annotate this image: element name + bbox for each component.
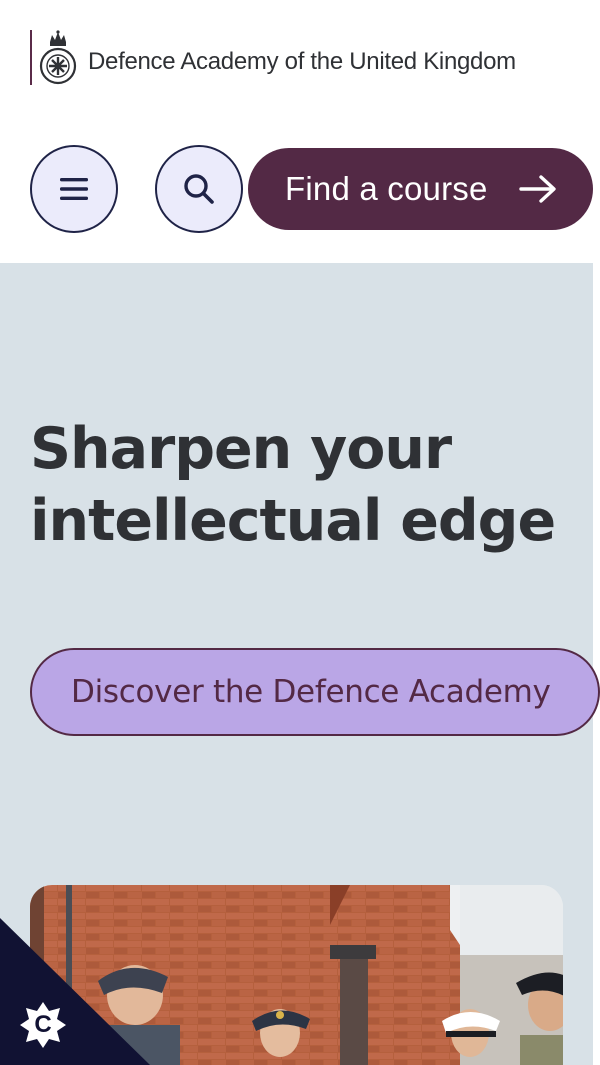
hamburger-menu-icon	[60, 178, 88, 200]
cookie-settings-button[interactable]: C	[0, 918, 150, 1065]
hero-title-line-2: intellectual edge	[30, 488, 556, 554]
search-button[interactable]	[155, 145, 243, 233]
site-header: Defence Academy of the United Kingdom Fi…	[0, 0, 600, 263]
site-name[interactable]: Defence Academy of the United Kingdom	[88, 48, 516, 76]
page-edge	[593, 263, 600, 1065]
search-icon	[184, 174, 214, 204]
menu-button[interactable]	[30, 145, 118, 233]
logo-divider	[30, 30, 32, 85]
discover-academy-label: Discover the Defence Academy	[71, 674, 551, 710]
find-course-label: Find a course	[285, 170, 488, 207]
royal-crest-icon[interactable]	[38, 30, 78, 88]
discover-academy-button[interactable]: Discover the Defence Academy	[30, 648, 600, 736]
hero-title: Sharpen your intellectual edge	[30, 413, 570, 557]
cookie-letter: C	[34, 1011, 52, 1038]
cookie-settings-icon	[0, 918, 150, 1065]
hero-title-line-1: Sharpen your	[30, 416, 452, 482]
arrow-right-icon	[519, 175, 556, 203]
find-course-button[interactable]: Find a course	[248, 148, 593, 230]
